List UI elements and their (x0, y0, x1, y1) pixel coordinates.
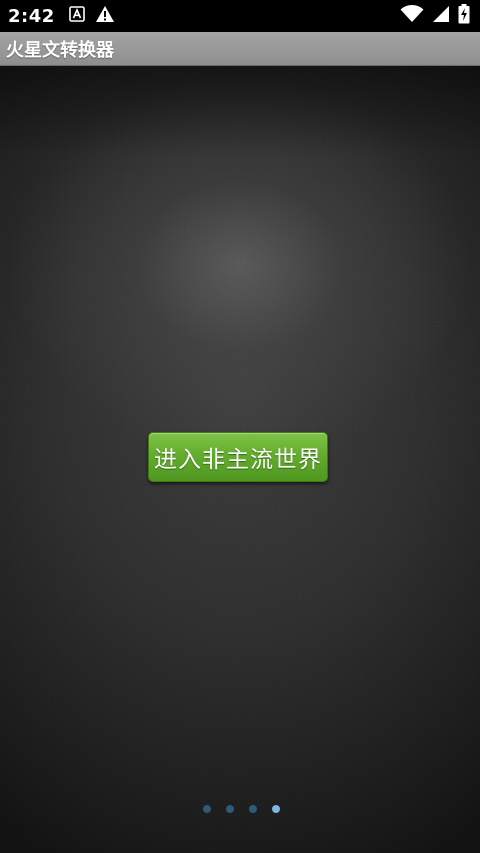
cellular-icon (432, 5, 450, 27)
warning-icon (95, 5, 115, 27)
page-dot-2[interactable] (226, 805, 234, 813)
enter-button[interactable]: 进入非主流世界 (148, 432, 328, 482)
battery-charging-icon (458, 4, 470, 28)
page-dot-1[interactable] (203, 805, 211, 813)
status-bar: 2:42 (0, 0, 480, 32)
page-dot-4-active[interactable] (272, 805, 280, 813)
app-screen: 2:42 火星文转换器 进入非主流世界 (0, 0, 480, 853)
status-time: 2:42 (8, 5, 55, 27)
page-indicator (0, 805, 480, 813)
page-dot-3[interactable] (249, 805, 257, 813)
app-title: 火星文转换器 (6, 39, 114, 61)
wifi-icon (400, 5, 424, 27)
status-right-icons (400, 4, 470, 28)
status-left-icons (68, 5, 115, 27)
splash-background[interactable]: 进入非主流世界 (0, 66, 480, 853)
title-bar: 火星文转换器 (0, 32, 480, 66)
notification-a-icon (68, 6, 85, 26)
